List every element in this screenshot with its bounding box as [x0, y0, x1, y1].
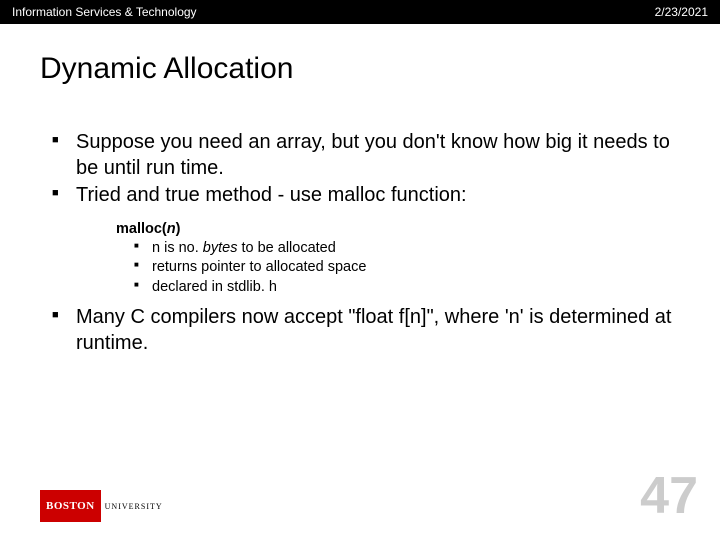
malloc-sub-list: n is no. bytes to be allocated returns p… — [116, 239, 680, 298]
malloc-close: ) — [176, 221, 181, 237]
sub-text: n is no. — [152, 240, 203, 256]
bullet-item: Tried and true method - use malloc funct… — [40, 183, 680, 209]
malloc-signature: malloc(n) — [116, 221, 680, 237]
logo-red-block: BOSTON — [40, 490, 101, 522]
slide-content: Suppose you need an array, but you don't… — [0, 86, 720, 357]
slide-header: Information Services & Technology 2/23/2… — [0, 0, 720, 24]
sub-text-italic: bytes — [203, 240, 238, 256]
header-date: 2/23/2021 — [655, 5, 708, 19]
page-number: 47 — [640, 470, 698, 522]
slide-title: Dynamic Allocation — [0, 24, 720, 86]
malloc-name: malloc( — [116, 221, 167, 237]
slide-footer: BOSTON UNIVERSITY 47 — [0, 470, 720, 522]
sub-bullet-item: n is no. bytes to be allocated — [134, 239, 680, 259]
malloc-arg: n — [167, 221, 176, 237]
sub-bullet-item: returns pointer to allocated space — [134, 258, 680, 278]
main-bullet-list: Suppose you need an array, but you don't… — [40, 130, 680, 209]
main-bullet-list-2: Many C compilers now accept "float f[n]"… — [40, 305, 680, 356]
header-org: Information Services & Technology — [12, 5, 197, 19]
logo-text-block: UNIVERSITY — [101, 490, 163, 522]
malloc-block: malloc(n) n is no. bytes to be allocated… — [40, 211, 680, 306]
bullet-item: Many C compilers now accept "float f[n]"… — [40, 305, 680, 356]
sub-bullet-item: declared in stdlib. h — [134, 278, 680, 298]
bullet-item: Suppose you need an array, but you don't… — [40, 130, 680, 181]
boston-university-logo: BOSTON UNIVERSITY — [40, 490, 142, 522]
sub-text: to be allocated — [237, 240, 335, 256]
